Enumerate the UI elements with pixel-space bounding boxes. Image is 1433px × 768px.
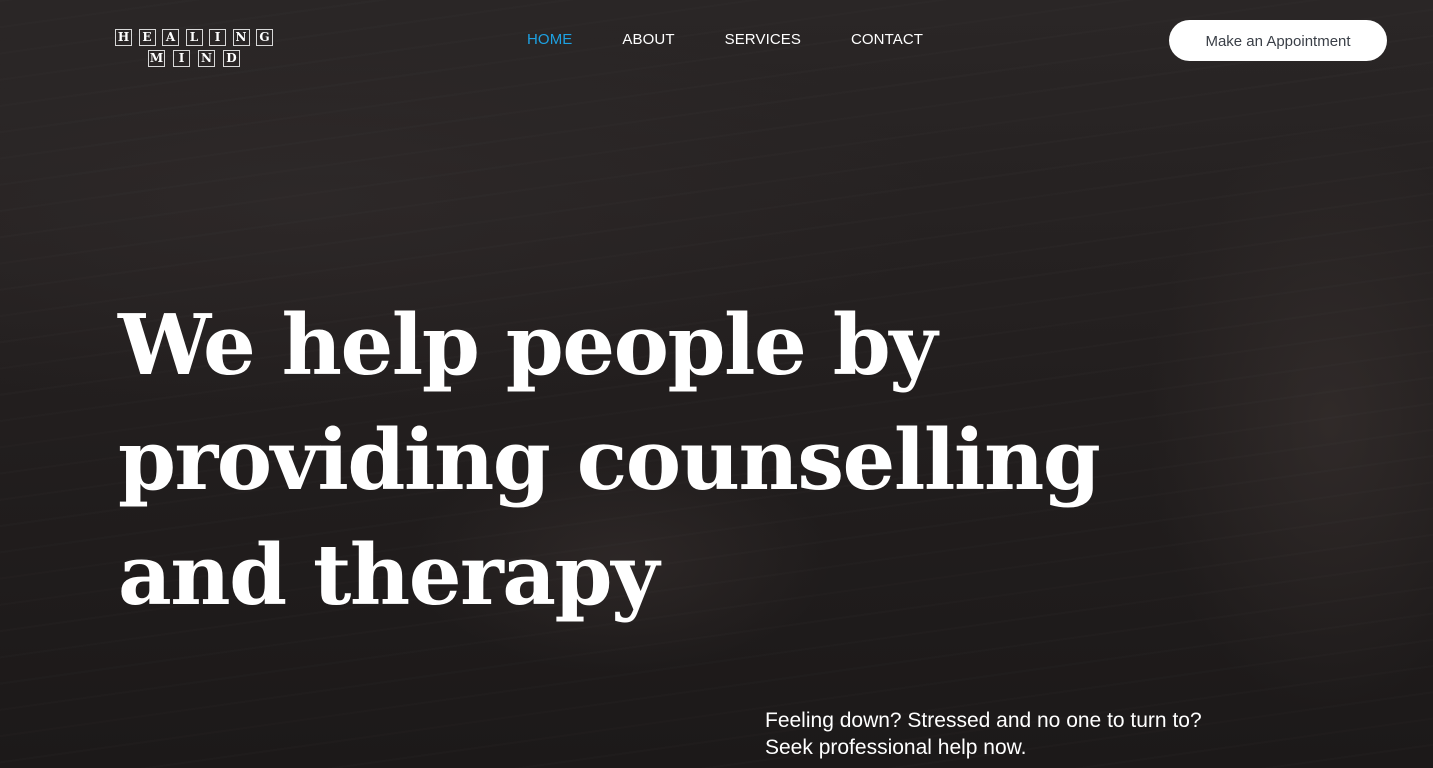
nav-item-services[interactable]: SERVICES	[725, 31, 801, 49]
headline-line: and therapy	[118, 526, 659, 624]
logo-row-mind: M I N D	[90, 50, 298, 67]
tagline-line: Seek professional help now.	[765, 736, 1027, 759]
logo-letter: A	[162, 29, 179, 46]
healing-mind-logo[interactable]: H E A L I N G M I N D	[90, 29, 298, 67]
nav-item-about[interactable]: ABOUT	[622, 31, 674, 49]
logo-letter: H	[115, 29, 132, 46]
main-nav: HOME ABOUT SERVICES CONTACT	[527, 31, 923, 49]
logo-letter: N	[232, 29, 250, 46]
logo-letter: I	[209, 29, 226, 46]
hero-section: H E A L I N G M I N D HOME ABOUT SERVICE…	[0, 0, 1433, 768]
logo-letter: G	[256, 29, 273, 46]
make-appointment-button[interactable]: Make an Appointment	[1169, 20, 1387, 61]
logo-row-healing: H E A L I N G	[90, 29, 298, 46]
logo-letter: N	[198, 50, 215, 67]
tagline-line: Feeling down? Stressed and no one to tur…	[765, 709, 1202, 732]
logo-letter: I	[173, 50, 190, 67]
nav-item-contact[interactable]: CONTACT	[851, 31, 923, 49]
logo-letter: D	[223, 50, 240, 67]
logo-letter: L	[185, 29, 203, 46]
headline-line: providing counselling	[118, 411, 1101, 509]
headline-line: We help people by	[118, 296, 938, 394]
logo-letter: E	[138, 29, 156, 46]
logo-letter: M	[148, 50, 165, 67]
hero-headline: We help people by providing counselling …	[118, 288, 1118, 633]
hero-tagline: Feeling down? Stressed and no one to tur…	[765, 707, 1325, 761]
nav-item-home[interactable]: HOME	[527, 31, 572, 49]
